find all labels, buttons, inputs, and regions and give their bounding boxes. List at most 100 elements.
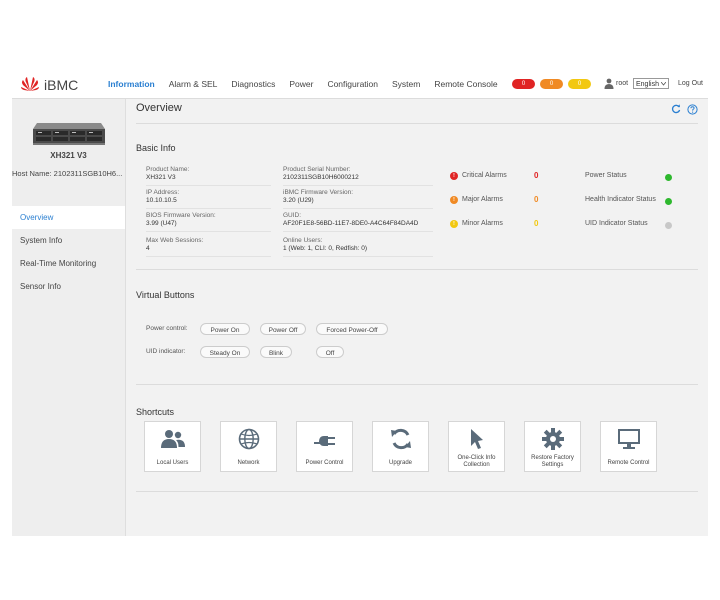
critical-alarm-badge[interactable]: 0	[512, 79, 535, 89]
ip-address-value: 10.10.10.5	[146, 197, 177, 204]
globe-icon	[238, 428, 260, 450]
nav-configuration[interactable]: Configuration	[320, 70, 385, 98]
online-users-label: Online Users:	[283, 237, 323, 244]
power-status-indicator	[665, 174, 672, 181]
major-alarms-count[interactable]: 0	[534, 195, 538, 204]
serial-number-value: 2102311SGB10H6000212	[283, 174, 359, 181]
nav-power[interactable]: Power	[282, 70, 320, 98]
server-chassis-image	[33, 123, 105, 145]
field-divider	[283, 231, 433, 232]
ip-address-label: IP Address:	[146, 189, 180, 196]
refresh-icon[interactable]	[671, 104, 681, 114]
field-divider	[146, 256, 271, 257]
host-name: Host Name: 2102311SGB10H6...	[12, 169, 123, 178]
critical-alarm-icon: !	[450, 172, 458, 180]
minor-alarms-count[interactable]: 0	[534, 219, 538, 228]
field-divider	[283, 208, 433, 209]
forced-power-off-button[interactable]: Forced Power-Off	[316, 323, 388, 335]
health-status-label: Health Indicator Status	[585, 196, 656, 203]
shortcut-restore-factory-settings[interactable]: Restore Factory Settings	[524, 421, 581, 472]
section-divider	[136, 491, 698, 492]
refresh-arrows-icon	[391, 428, 411, 450]
guid-value: AF20F1E8-56BD-11E7-8DE0-A4C64F84DA4D	[283, 220, 419, 227]
nav-system[interactable]: System	[385, 70, 427, 98]
help-icon[interactable]	[687, 104, 698, 115]
current-user: root	[616, 80, 629, 87]
nav-alarm-sel[interactable]: Alarm & SEL	[162, 70, 225, 98]
power-status-label: Power Status	[585, 172, 627, 179]
blink-button[interactable]: Blink	[260, 346, 292, 358]
shortcut-local-users[interactable]: Local Users	[144, 421, 201, 472]
title-divider	[136, 123, 698, 124]
shortcut-power-control[interactable]: Power Control	[296, 421, 353, 472]
product-name-value: XH321 V3	[146, 174, 176, 181]
shortcut-label: Network	[237, 460, 260, 466]
nav-remote-console[interactable]: Remote Console	[427, 70, 504, 98]
sidebar-item-sensor-info[interactable]: Sensor Info	[12, 275, 125, 298]
field-divider	[146, 231, 271, 232]
field-divider	[283, 256, 433, 257]
power-on-button[interactable]: Power On	[200, 323, 250, 335]
gear-icon	[542, 428, 564, 450]
section-divider	[136, 384, 698, 385]
uid-indicator-label: UID indicator:	[146, 348, 186, 355]
critical-alarms-count[interactable]: 0	[534, 171, 538, 180]
major-alarms-label: Major Alarms	[462, 196, 503, 203]
cursor-arrow-icon	[471, 429, 483, 449]
top-bar: iBMC Information Alarm & SEL Diagnostics…	[12, 70, 708, 99]
sidebar: XH321 V3 Host Name: 2102311SGB10H6... Ov…	[12, 99, 126, 536]
critical-alarms-label: Critical Alarms	[462, 172, 507, 179]
guid-label: GUID:	[283, 212, 302, 219]
ibmc-window: iBMC Information Alarm & SEL Diagnostics…	[12, 70, 708, 536]
field-divider	[146, 185, 271, 186]
sidebar-item-system-info[interactable]: System Info	[12, 229, 125, 252]
language-select[interactable]: English	[633, 78, 669, 89]
minor-alarm-icon: !	[450, 220, 458, 228]
shortcut-label: Remote Control	[607, 460, 650, 466]
page-title: Overview	[136, 102, 182, 114]
major-alarm-badge[interactable]: 0	[540, 79, 563, 89]
logout-link[interactable]: Log Out	[678, 70, 703, 98]
power-control-label: Power control:	[146, 325, 188, 332]
max-sessions-value: 4	[146, 245, 150, 252]
shortcut-label: One-Click Info Collection	[457, 455, 496, 468]
firmware-version-label: iBMC Firmware Version:	[283, 189, 354, 196]
minor-alarm-badge[interactable]: 0	[568, 79, 591, 89]
serial-number-label: Product Serial Number:	[283, 166, 351, 173]
steady-on-button[interactable]: Steady On	[200, 346, 250, 358]
shortcut-label: Upgrade	[388, 460, 412, 466]
sidebar-item-overview[interactable]: Overview	[12, 206, 125, 229]
brand-name: iBMC	[44, 77, 79, 93]
shortcut-network[interactable]: Network	[220, 421, 277, 472]
chevron-down-icon	[661, 82, 666, 86]
huawei-logo-icon	[21, 77, 39, 91]
shortcuts-title: Shortcuts	[136, 407, 175, 417]
basic-info-title: Basic Info	[136, 143, 176, 153]
user-icon	[604, 78, 614, 89]
main-content: Overview Basic Info Product Name: XH321 …	[126, 99, 708, 536]
language-value: English	[636, 81, 659, 88]
sidebar-item-real-time-monitoring[interactable]: Real-Time Monitoring	[12, 252, 125, 275]
uid-off-button[interactable]: Off	[316, 346, 344, 358]
minor-alarms-label: Minor Alarms	[462, 220, 503, 227]
users-icon	[161, 430, 185, 448]
monitor-icon	[618, 429, 640, 449]
nav-diagnostics[interactable]: Diagnostics	[224, 70, 282, 98]
shortcut-label: Power Control	[305, 460, 344, 466]
product-name-label: Product Name:	[146, 166, 190, 173]
bios-version-label: BIOS Firmware Version:	[146, 212, 216, 219]
shortcut-label: Restore Factory Settings	[531, 455, 574, 468]
health-status-indicator	[665, 198, 672, 205]
max-sessions-label: Max Web Sessions:	[146, 237, 204, 244]
shortcut-one-click-info-collection[interactable]: One-Click Info Collection	[448, 421, 505, 472]
virtual-buttons-title: Virtual Buttons	[136, 290, 195, 300]
uid-status-label: UID Indicator Status	[585, 220, 648, 227]
shortcut-remote-control[interactable]: Remote Control	[600, 421, 657, 472]
section-divider	[136, 269, 698, 270]
power-off-button[interactable]: Power Off	[260, 323, 306, 335]
field-divider	[283, 185, 433, 186]
uid-status-indicator	[665, 222, 672, 229]
nav-information[interactable]: Information	[101, 70, 162, 98]
major-alarm-icon: !	[450, 196, 458, 204]
shortcut-upgrade[interactable]: Upgrade	[372, 421, 429, 472]
